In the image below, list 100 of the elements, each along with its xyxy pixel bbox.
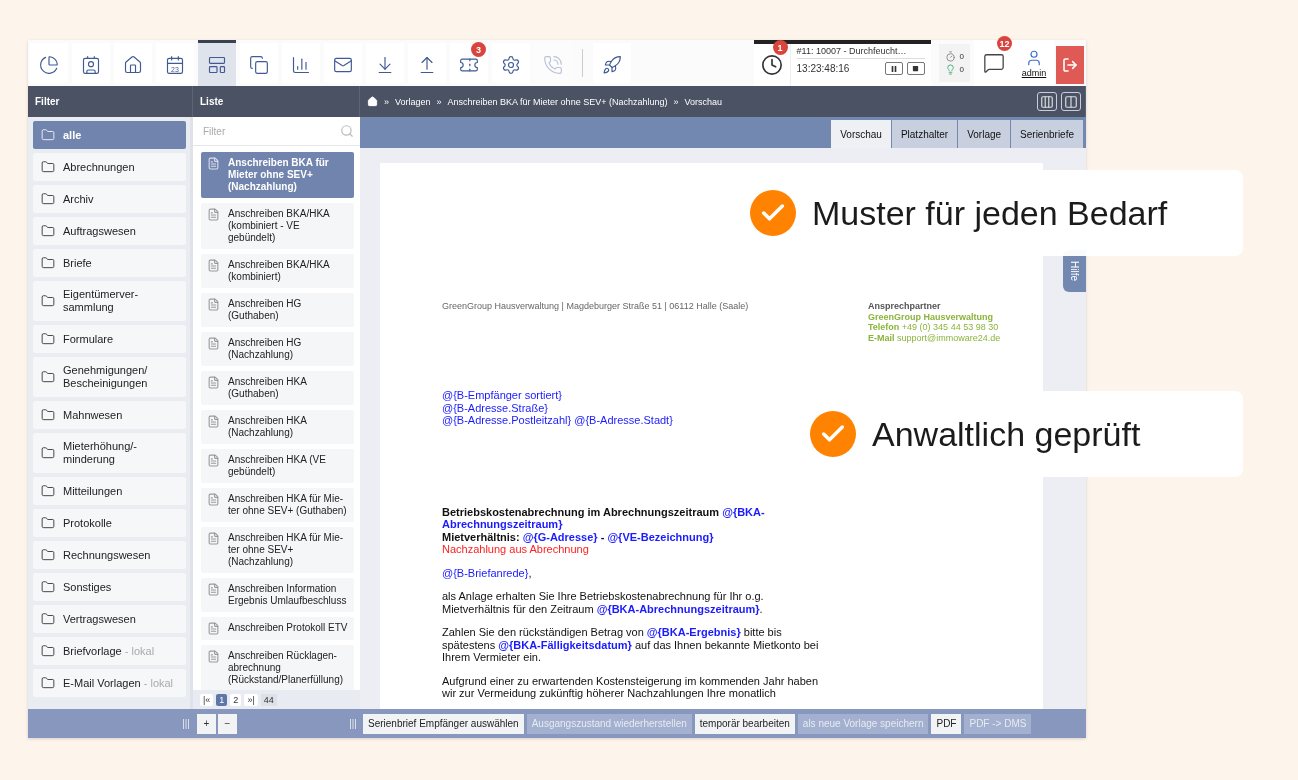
page-button[interactable]: 1 <box>216 693 228 706</box>
folder-item[interactable]: E-Mail Vorlagen - lokal <box>33 669 186 697</box>
phone-icon <box>543 54 563 75</box>
home-icon <box>123 54 143 75</box>
template-item[interactable]: Anschreiben HG (Guthaben) <box>201 293 354 327</box>
page-button[interactable]: 2 <box>230 693 242 706</box>
action-button[interactable]: PDF <box>931 713 962 734</box>
template-item[interactable]: Anschreiben Rücklagen- abrechnung (Rückstand/Planerfüllung) <box>201 645 354 690</box>
template-item[interactable]: Anschreiben HKA (Nachzahlung) <box>201 410 354 444</box>
toolbar-button[interactable] <box>198 40 236 86</box>
folder-item[interactable]: Eigentümerver- sammlung <box>33 281 186 321</box>
folder-item[interactable]: Archiv <box>33 185 186 213</box>
template-item[interactable]: Anschreiben HKA für Mie- ter ohne SEV+ (Nachzahlung) <box>201 527 354 573</box>
template-item[interactable]: Anschreiben BKA/HKA (kombiniert) <box>201 254 354 288</box>
document-icon <box>207 415 220 428</box>
template-item[interactable]: Anschreiben Information Ergebnis Umlaufbeschluss <box>201 578 354 612</box>
document-icon <box>207 493 220 506</box>
stop-button[interactable] <box>906 62 925 75</box>
columns-icon <box>1064 94 1078 109</box>
task-title: #11: 10007 - Durchfeucht… <box>796 46 925 59</box>
action-button[interactable]: Serienbrief Empfänger auswählen <box>363 713 524 734</box>
contact-line: Ansprechpartner <box>868 301 942 312</box>
grip-icon[interactable] <box>350 718 356 729</box>
callout-text: Muster für jeden Bedarf <box>812 193 1168 233</box>
contact-line: GreenGroup Hausverwaltung <box>868 311 995 322</box>
rocket-icon <box>602 54 622 75</box>
folder-item[interactable]: Mitteilungen <box>33 477 186 505</box>
folder-icon <box>41 192 55 206</box>
folder-icon <box>41 294 55 308</box>
folder-icon <box>41 484 55 498</box>
folder-item[interactable]: Abrechnungen <box>33 153 186 181</box>
grip-icon[interactable] <box>183 718 189 729</box>
folder-item[interactable]: Vertragswesen <box>33 605 186 633</box>
first-page-button[interactable]: |« <box>200 693 214 706</box>
template-item[interactable]: Anschreiben BKA/HKA (kombiniert - VE gebündelt) <box>201 203 354 249</box>
tab[interactable]: Vorlage <box>958 120 1011 148</box>
tab[interactable]: Serienbriefe <box>1011 120 1083 148</box>
last-page-button[interactable]: »| <box>244 693 258 706</box>
folder-item[interactable]: Auftragswesen <box>33 217 186 245</box>
folder-item[interactable]: Protokolle <box>33 509 186 537</box>
folder-item[interactable]: alle <box>33 121 186 149</box>
bar-chart-icon <box>291 54 311 75</box>
folder-icon <box>41 224 55 238</box>
toolbar-button[interactable] <box>114 43 152 83</box>
search-icon <box>340 124 354 138</box>
toolbar-button[interactable] <box>324 43 362 83</box>
tab[interactable]: Platzhalter <box>891 120 958 148</box>
toolbar-button[interactable] <box>240 43 278 83</box>
folder-label: Abrechnungen <box>63 160 135 174</box>
template-item[interactable]: Anschreiben BKA für Mieter ohne SEV+ (Nachzahlung) <box>201 152 354 198</box>
user-icon <box>1025 48 1043 67</box>
folder-icon <box>41 160 55 174</box>
breadcrumb-link[interactable]: Anschreiben BKA für Mieter ohne SEV+ (Nachzahlung) <box>447 96 668 107</box>
toolbar-button[interactable] <box>72 43 110 83</box>
template-item[interactable]: Anschreiben Protokoll ETV <box>201 617 354 640</box>
home-icon[interactable] <box>367 96 378 107</box>
folder-item[interactable]: Mahnwesen <box>33 401 186 429</box>
toolbar-button[interactable]: 3 <box>450 43 488 83</box>
template-item[interactable]: Anschreiben HG (Nachzahlung) <box>201 332 354 366</box>
breadcrumb-current: Vorschau <box>684 96 722 107</box>
folder-icon <box>41 256 55 270</box>
notification-badge: 12 <box>997 36 1012 51</box>
toolbar-button[interactable] <box>492 43 530 83</box>
columns-icon <box>1040 94 1054 109</box>
logout-button[interactable] <box>1056 46 1084 84</box>
folder-item[interactable]: Briefe <box>33 249 186 277</box>
template-item[interactable]: Anschreiben HKA (Guthaben) <box>201 371 354 405</box>
folder-icon <box>41 408 55 422</box>
folder-item[interactable]: Formulare <box>33 325 186 353</box>
folder-item[interactable]: Briefvorlage - lokal <box>33 637 186 665</box>
document-icon <box>207 583 220 596</box>
layout-toggle-button[interactable] <box>1037 92 1057 111</box>
toolbar-button[interactable] <box>30 43 68 83</box>
folder-icon <box>41 548 55 562</box>
breadcrumb-link[interactable]: Vorlagen <box>395 96 431 107</box>
layout-toggle-button[interactable] <box>1061 92 1081 111</box>
folder-item[interactable]: Mieterhöhung/- minderung <box>33 433 186 473</box>
notification-badge: 1 <box>772 40 788 55</box>
document-icon <box>207 208 220 221</box>
user-menu-button[interactable]: admin <box>1014 40 1054 86</box>
pause-button[interactable] <box>884 62 903 75</box>
folder-item[interactable]: Rechnungswesen <box>33 541 186 569</box>
toolbar-button[interactable] <box>408 43 446 83</box>
folder-label: Rechnungswesen <box>63 548 151 562</box>
clock-icon <box>760 54 783 76</box>
action-button[interactable]: temporär bearbeiten <box>694 713 795 734</box>
template-item[interactable]: Anschreiben HKA (VE gebündelt) <box>201 449 354 483</box>
copy-icon <box>249 54 269 75</box>
folder-label: Genehmigungen/ Bescheinigungen <box>63 364 148 390</box>
toolbar-button[interactable] <box>282 43 320 83</box>
template-item[interactable]: Anschreiben HKA für Mie- ter ohne SEV+ (Guthaben) <box>201 488 354 522</box>
remove-button[interactable]: − <box>218 713 237 734</box>
add-button[interactable]: + <box>197 713 216 734</box>
toolbar-button[interactable] <box>593 43 631 83</box>
folder-item[interactable]: Genehmigungen/ Bescheinigungen <box>33 357 186 397</box>
message-icon <box>983 52 1005 74</box>
folder-item[interactable]: Sonstiges <box>33 573 186 601</box>
stop-icon <box>912 65 920 72</box>
folder-icon <box>41 580 55 594</box>
tab[interactable]: Vorschau <box>831 120 891 148</box>
